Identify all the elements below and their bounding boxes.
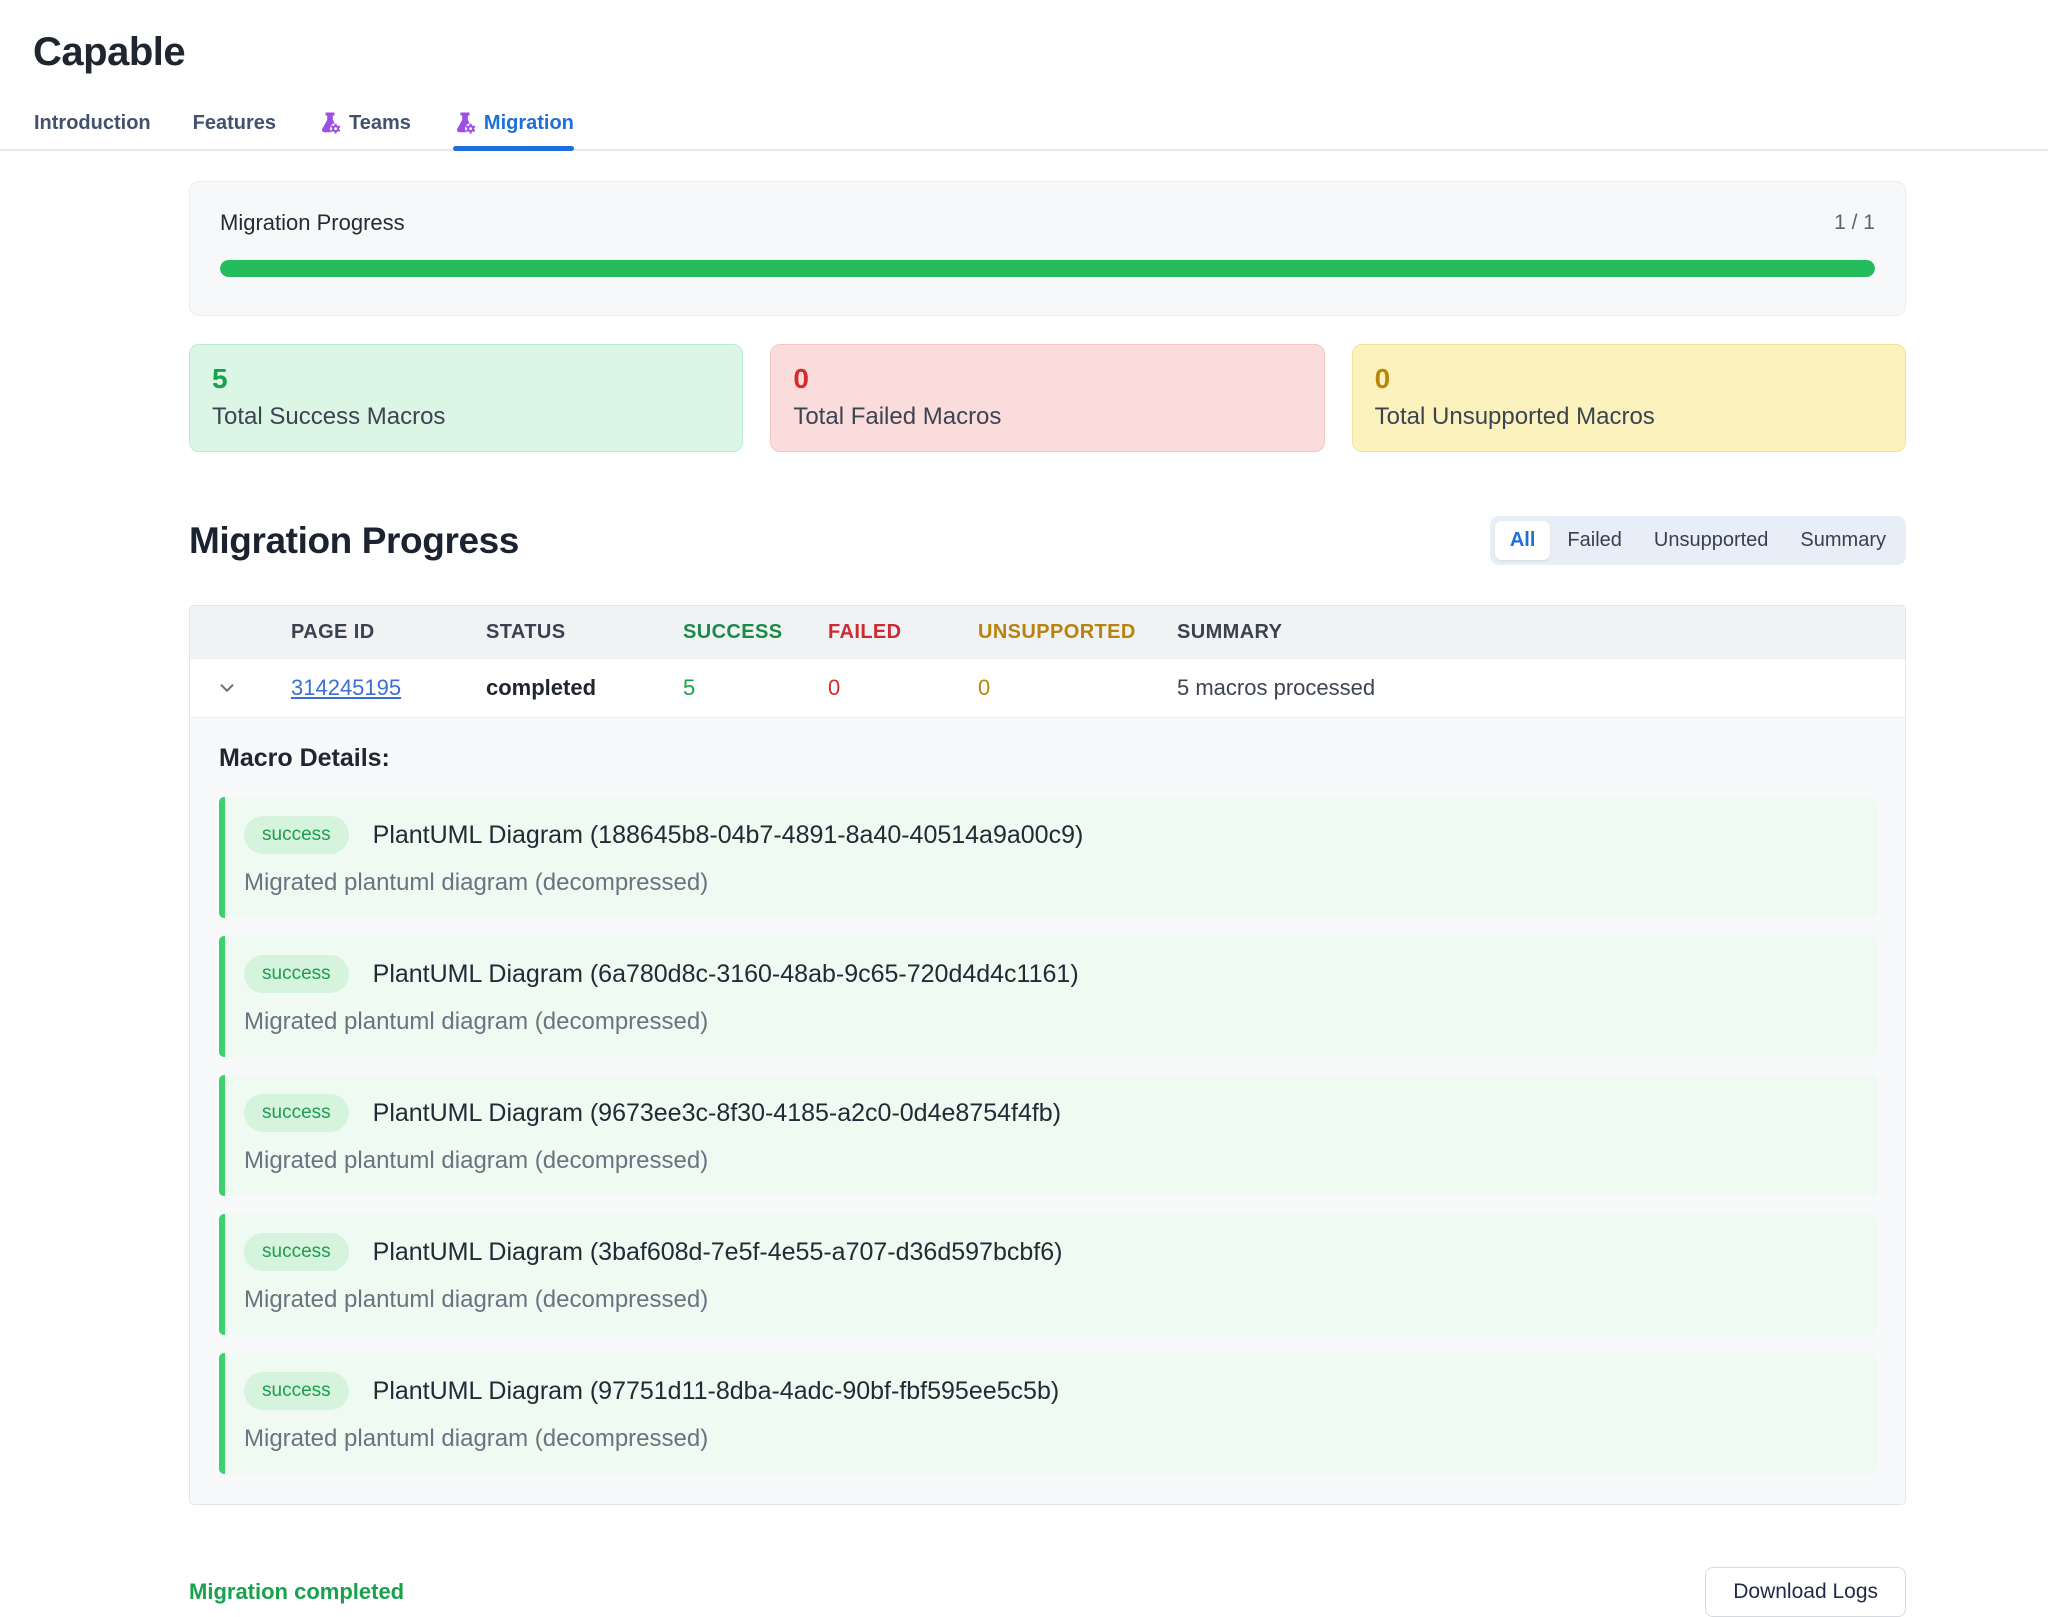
success-count-label: Total Success Macros bbox=[212, 403, 720, 431]
stats-row: 5 Total Success Macros 0 Total Failed Ma… bbox=[189, 344, 1906, 452]
macro-title: PlantUML Diagram (3baf608d-7e5f-4e55-a70… bbox=[373, 1238, 1063, 1267]
status-badge: success bbox=[244, 1233, 349, 1271]
migration-page: Capable Introduction Features Teams Migr… bbox=[0, 0, 2048, 1617]
macro-title: PlantUML Diagram (188645b8-04b7-4891-8a4… bbox=[373, 821, 1084, 850]
col-summary: SUMMARY bbox=[1177, 621, 1905, 644]
status-badge: success bbox=[244, 816, 349, 854]
table-row: 314245195 completed 5 0 0 5 macros proce… bbox=[190, 659, 1905, 718]
macro-item: success PlantUML Diagram (3baf608d-7e5f-… bbox=[219, 1214, 1877, 1335]
row-expand-toggle[interactable] bbox=[190, 677, 291, 699]
filter-summary[interactable]: Summary bbox=[1785, 521, 1901, 560]
macro-item: success PlantUML Diagram (6a780d8c-3160-… bbox=[219, 936, 1877, 1057]
macro-title: PlantUML Diagram (6a780d8c-3160-48ab-9c6… bbox=[373, 960, 1079, 989]
progress-bar-track bbox=[220, 260, 1875, 277]
row-status: completed bbox=[486, 675, 683, 701]
progress-bar-fill bbox=[220, 260, 1875, 277]
macro-details-panel: Macro Details: success PlantUML Diagram … bbox=[190, 718, 1905, 1504]
tab-bar: Introduction Features Teams Migration bbox=[0, 111, 2048, 151]
tab-introduction-label: Introduction bbox=[34, 112, 151, 135]
stat-card-failed: 0 Total Failed Macros bbox=[770, 344, 1324, 452]
page-id-link[interactable]: 314245195 bbox=[291, 675, 401, 700]
flask-gear-icon bbox=[318, 111, 342, 135]
tab-migration-label: Migration bbox=[484, 112, 574, 135]
row-summary: 5 macros processed bbox=[1177, 675, 1905, 701]
col-success: SUCCESS bbox=[683, 621, 828, 644]
stat-card-success: 5 Total Success Macros bbox=[189, 344, 743, 452]
download-logs-button[interactable]: Download Logs bbox=[1705, 1567, 1906, 1617]
progress-counter: 1 / 1 bbox=[1834, 211, 1875, 235]
tab-features[interactable]: Features bbox=[193, 112, 276, 149]
macro-title: PlantUML Diagram (97751d11-8dba-4adc-90b… bbox=[373, 1377, 1060, 1406]
tab-introduction[interactable]: Introduction bbox=[34, 112, 151, 149]
page-title: Capable bbox=[33, 30, 2048, 75]
tab-features-label: Features bbox=[193, 112, 276, 135]
filter-failed[interactable]: Failed bbox=[1552, 521, 1636, 560]
table-header-row: PAGE ID STATUS SUCCESS FAILED UNSUPPORTE… bbox=[190, 606, 1905, 659]
chevron-down-icon bbox=[216, 677, 238, 699]
macro-title: PlantUML Diagram (9673ee3c-8f30-4185-a2c… bbox=[373, 1099, 1061, 1128]
macro-details-heading: Macro Details: bbox=[219, 744, 1877, 773]
macro-item: success PlantUML Diagram (97751d11-8dba-… bbox=[219, 1353, 1877, 1474]
footer-row: Migration completed Download Logs bbox=[189, 1567, 1906, 1617]
status-badge: success bbox=[244, 1094, 349, 1132]
progress-card-title: Migration Progress bbox=[220, 210, 405, 236]
migration-table: PAGE ID STATUS SUCCESS FAILED UNSUPPORTE… bbox=[189, 605, 1906, 1505]
unsupported-count: 0 bbox=[1375, 363, 1883, 395]
macro-item: success PlantUML Diagram (188645b8-04b7-… bbox=[219, 797, 1877, 918]
stat-card-unsupported: 0 Total Unsupported Macros bbox=[1352, 344, 1906, 452]
tab-teams[interactable]: Teams bbox=[318, 111, 411, 149]
filter-all[interactable]: All bbox=[1495, 521, 1551, 560]
macro-item: success PlantUML Diagram (9673ee3c-8f30-… bbox=[219, 1075, 1877, 1196]
col-unsupported: UNSUPPORTED bbox=[978, 621, 1177, 644]
section-title: Migration Progress bbox=[189, 520, 519, 562]
col-page-id: PAGE ID bbox=[291, 621, 486, 644]
row-success-count: 5 bbox=[683, 675, 828, 701]
migration-progress-card: Migration Progress 1 / 1 bbox=[189, 181, 1906, 316]
tab-teams-label: Teams bbox=[349, 112, 411, 135]
success-count: 5 bbox=[212, 363, 720, 395]
macro-description: Migrated plantuml diagram (decompressed) bbox=[244, 1286, 1853, 1314]
migration-status-text: Migration completed bbox=[189, 1579, 404, 1605]
macro-description: Migrated plantuml diagram (decompressed) bbox=[244, 1008, 1853, 1036]
section-header-row: Migration Progress All Failed Unsupporte… bbox=[189, 516, 1906, 565]
tab-migration[interactable]: Migration bbox=[453, 111, 574, 149]
row-unsupported-count: 0 bbox=[978, 675, 1177, 701]
row-failed-count: 0 bbox=[828, 675, 978, 701]
col-failed: FAILED bbox=[828, 621, 978, 644]
filter-tabs: All Failed Unsupported Summary bbox=[1490, 516, 1906, 565]
flask-gear-icon bbox=[453, 111, 477, 135]
failed-count-label: Total Failed Macros bbox=[793, 403, 1301, 431]
macro-description: Migrated plantuml diagram (decompressed) bbox=[244, 1425, 1853, 1453]
macro-description: Migrated plantuml diagram (decompressed) bbox=[244, 1147, 1853, 1175]
col-status: STATUS bbox=[486, 621, 683, 644]
filter-unsupported[interactable]: Unsupported bbox=[1639, 521, 1784, 560]
failed-count: 0 bbox=[793, 363, 1301, 395]
status-badge: success bbox=[244, 1372, 349, 1410]
status-badge: success bbox=[244, 955, 349, 993]
macro-description: Migrated plantuml diagram (decompressed) bbox=[244, 869, 1853, 897]
unsupported-count-label: Total Unsupported Macros bbox=[1375, 403, 1883, 431]
